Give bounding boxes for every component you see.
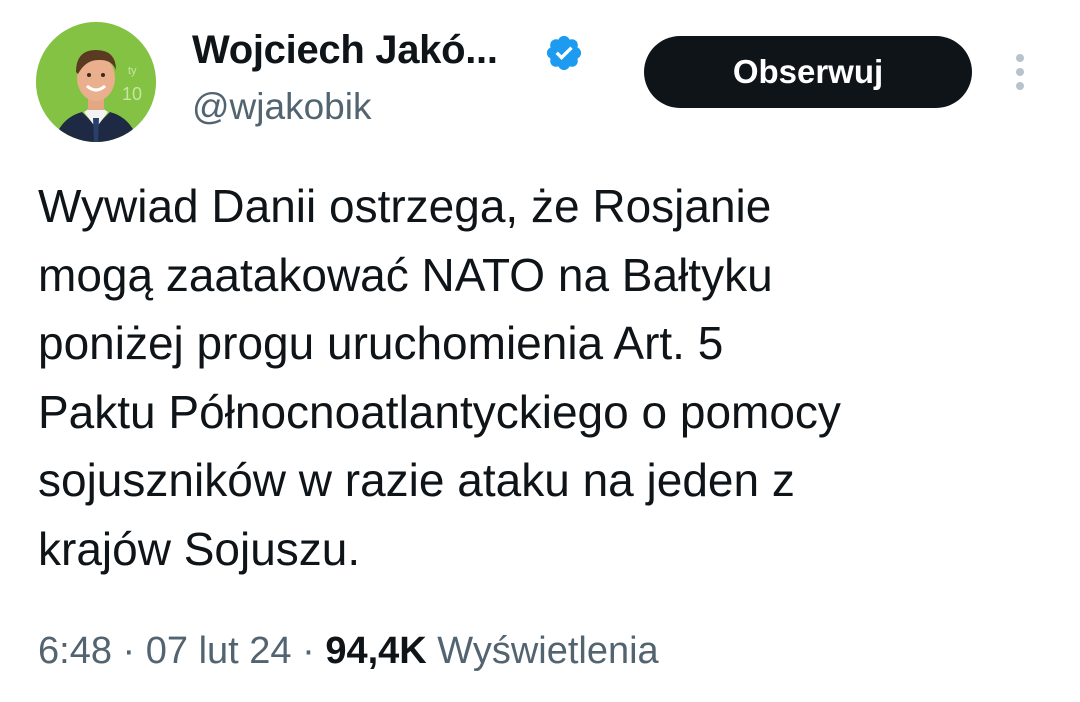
avatar[interactable]: ty 10 bbox=[36, 22, 156, 142]
tweet-text-line: Paktu Północnoatlantyckiego o pomocy bbox=[38, 385, 841, 438]
views-count: 94,4K bbox=[325, 630, 427, 672]
author-display-name[interactable]: Wojciech Jakó... bbox=[192, 28, 498, 73]
tweet-text-line: poniżej progu uruchomienia Art. 5 bbox=[38, 317, 724, 369]
tweet-text: Wywiad Danii ostrzega, że Rosjanie mogą … bbox=[38, 172, 1048, 583]
verified-badge-icon bbox=[544, 33, 584, 73]
tweet-text-line: Wywiad Danii ostrzega, że Rosjanie bbox=[38, 180, 772, 232]
avatar-image: ty 10 bbox=[36, 22, 156, 142]
more-vertical-icon[interactable] bbox=[1004, 50, 1036, 94]
meta-separator: · bbox=[122, 630, 136, 672]
tweet-date[interactable]: 07 lut 24 bbox=[146, 630, 292, 672]
tweet-text-line: krajów Sojuszu. bbox=[38, 522, 361, 575]
author-handle[interactable]: @wjakobik bbox=[192, 86, 371, 128]
tweet-card: ty 10 Wojciech Jakó... @wjakobik Obserwu… bbox=[0, 0, 1080, 702]
svg-text:10: 10 bbox=[122, 84, 142, 104]
tweet-text-line: sojuszników w razie ataku na jeden z bbox=[38, 454, 795, 506]
tweet-text-line: mogą zaatakować NATO na Bałtyku bbox=[38, 248, 773, 301]
tweet-time[interactable]: 6:48 bbox=[38, 630, 112, 672]
tweet-meta: 6:48 · 07 lut 24 · 94,4K Wyświetlenia bbox=[38, 630, 659, 673]
meta-separator: · bbox=[302, 630, 315, 672]
svg-text:ty: ty bbox=[128, 65, 137, 77]
follow-button[interactable]: Obserwuj bbox=[644, 36, 972, 108]
views-label: Wyświetlenia bbox=[437, 630, 659, 672]
